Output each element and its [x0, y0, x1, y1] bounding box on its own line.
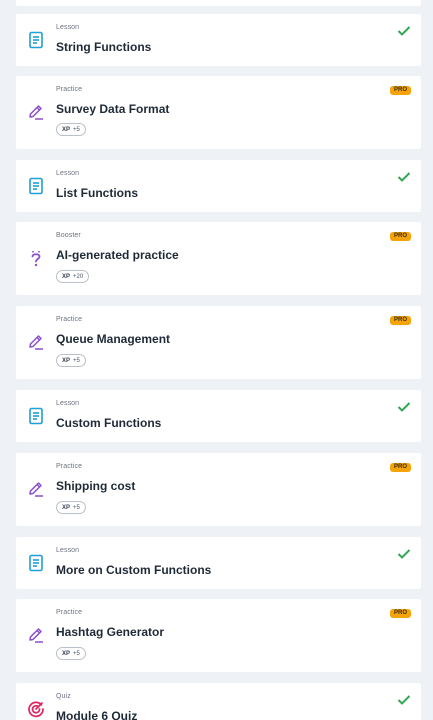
- xp-label: XP: [62, 504, 71, 511]
- list-item-string-functions[interactable]: Lesson String Functions: [16, 14, 421, 66]
- xp-value: +5: [73, 650, 80, 657]
- pro-badge: PRO: [389, 316, 411, 325]
- item-kind-label: Booster: [56, 232, 81, 239]
- check-icon: [397, 171, 411, 183]
- item-title: More on Custom Functions: [56, 563, 212, 577]
- xp-value: +20: [73, 273, 84, 280]
- list-item-custom-functions[interactable]: Lesson Custom Functions: [16, 390, 421, 442]
- lesson-icon: [27, 407, 45, 425]
- xp-reward-badge: XP +5: [56, 647, 86, 660]
- item-title: List Functions: [56, 186, 138, 200]
- quiz-target-icon: [27, 700, 45, 718]
- item-kind-label: Practice: [56, 316, 83, 323]
- item-kind-label: Lesson: [56, 170, 80, 177]
- item-kind-label: Lesson: [56, 24, 80, 31]
- module-item-list: Lesson String Functions Practice Survey …: [0, 0, 433, 720]
- xp-reward-badge: XP +20: [56, 270, 90, 283]
- item-kind-label: Quiz: [56, 693, 71, 700]
- check-icon: [397, 548, 411, 560]
- list-item-list-functions[interactable]: Lesson List Functions: [16, 160, 421, 212]
- list-item-ai-generated-practice[interactable]: Booster AI-generated practice XP +20 PRO: [16, 222, 421, 295]
- xp-value: +5: [73, 504, 80, 511]
- pro-badge: PRO: [389, 86, 411, 95]
- list-item-hashtag-generator[interactable]: Practice Hashtag Generator XP +5 PRO: [16, 599, 421, 672]
- item-kind-label: Lesson: [56, 400, 80, 407]
- lesson-icon: [27, 177, 45, 195]
- list-item-previous[interactable]: [16, 0, 421, 6]
- item-title: Custom Functions: [56, 416, 162, 430]
- item-title: Queue Management: [56, 332, 171, 346]
- item-kind-label: Practice: [56, 609, 83, 616]
- xp-label: XP: [62, 357, 71, 364]
- pro-badge: PRO: [389, 463, 411, 472]
- pro-badge: PRO: [389, 609, 411, 618]
- xp-value: +5: [73, 126, 80, 133]
- xp-value: +5: [73, 357, 80, 364]
- list-item-queue-management[interactable]: Practice Queue Management XP +5 PRO: [16, 306, 421, 379]
- item-title: Hashtag Generator: [56, 625, 165, 639]
- item-title: String Functions: [56, 40, 152, 54]
- item-title: Survey Data Format: [56, 102, 170, 116]
- list-item-more-on-custom-functions[interactable]: Lesson More on Custom Functions: [16, 537, 421, 589]
- practice-pencil-icon: [27, 333, 45, 351]
- check-icon: [397, 25, 411, 37]
- item-kind-label: Practice: [56, 86, 83, 93]
- lesson-icon: [27, 554, 45, 572]
- practice-pencil-icon: [27, 480, 45, 498]
- list-item-survey-data-format[interactable]: Practice Survey Data Format XP +5 PRO: [16, 76, 421, 149]
- xp-reward-badge: XP +5: [56, 123, 86, 136]
- item-title: Module 6 Quiz: [56, 709, 138, 720]
- practice-pencil-icon: [27, 103, 45, 121]
- xp-label: XP: [62, 126, 71, 133]
- pro-badge: PRO: [389, 232, 411, 241]
- xp-reward-badge: XP +5: [56, 354, 86, 367]
- xp-label: XP: [62, 273, 71, 280]
- list-item-module-6-quiz[interactable]: Quiz Module 6 Quiz: [16, 683, 421, 720]
- list-item-shipping-cost[interactable]: Practice Shipping cost XP +5 PRO: [16, 453, 421, 526]
- check-icon: [397, 401, 411, 413]
- xp-reward-badge: XP +5: [56, 501, 86, 514]
- item-title: AI-generated practice: [56, 248, 179, 262]
- xp-label: XP: [62, 650, 71, 657]
- item-kind-label: Lesson: [56, 547, 80, 554]
- lesson-icon: [27, 31, 45, 49]
- item-title: Shipping cost: [56, 479, 136, 493]
- item-kind-label: Practice: [56, 463, 83, 470]
- practice-pencil-icon: [27, 626, 45, 644]
- check-icon: [397, 694, 411, 706]
- booster-question-icon: [27, 250, 45, 268]
